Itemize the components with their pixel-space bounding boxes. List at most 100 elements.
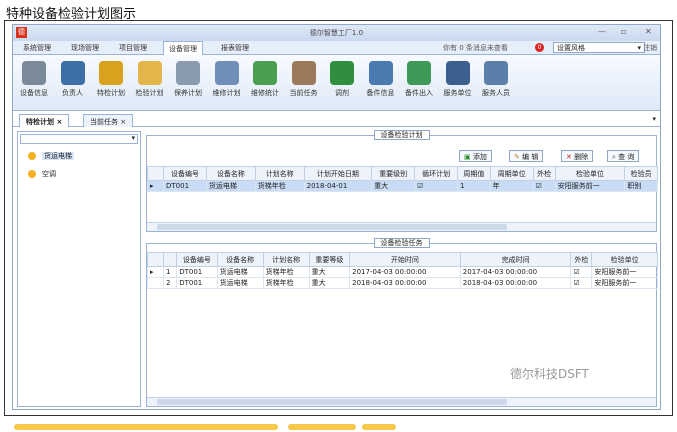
table-cell[interactable]: 2018-04-01 bbox=[303, 180, 373, 192]
scroll-thumb[interactable] bbox=[157, 224, 507, 230]
table-cell[interactable]: DT001 bbox=[176, 277, 218, 289]
column-header[interactable]: 周期值 bbox=[457, 166, 491, 181]
table-cell[interactable]: 安阳服务前一 bbox=[554, 180, 626, 192]
add-button[interactable]: ▣ 添加 bbox=[459, 150, 492, 162]
ribbon-button-11[interactable]: 服务单位 bbox=[441, 59, 475, 98]
ribbon-button-9[interactable]: 备件信息 bbox=[364, 59, 398, 98]
column-header[interactable]: 检验员 bbox=[624, 166, 658, 181]
table-cell[interactable]: ☑ bbox=[532, 180, 556, 192]
decor-bar bbox=[14, 424, 278, 430]
ribbon-button-0[interactable]: 设备信息 bbox=[17, 59, 51, 98]
ribbon-button-10[interactable]: 备件出入 bbox=[402, 59, 436, 98]
column-header[interactable]: 检验单位 bbox=[554, 166, 626, 181]
notice-badge[interactable]: 0 bbox=[535, 43, 544, 52]
tree-item-freight-elevator[interactable]: 货运电梯 bbox=[28, 151, 74, 161]
tab-close-icon[interactable]: × bbox=[56, 118, 62, 126]
ribbon-button-label: 调剂 bbox=[335, 89, 349, 97]
table-cell[interactable]: 货运电梯 bbox=[205, 180, 256, 192]
table-cell[interactable]: DT001 bbox=[163, 180, 207, 192]
menu-report[interactable]: 报表管理 bbox=[221, 43, 249, 53]
table-cell[interactable]: 1 bbox=[457, 180, 491, 192]
ribbon-button-2[interactable]: 特检计划 bbox=[94, 59, 128, 98]
tab-current-task[interactable]: 当前任务 × bbox=[83, 114, 134, 127]
column-header[interactable]: 计划名称 bbox=[262, 252, 310, 267]
table-cell[interactable]: 年 bbox=[489, 180, 534, 192]
table-cell[interactable]: 2017-04-03 00:00:00 bbox=[459, 266, 572, 278]
column-header[interactable]: 计划开始日期 bbox=[303, 166, 373, 181]
table-cell[interactable]: 1 bbox=[162, 266, 178, 278]
table-cell[interactable]: 安阳服务前一 bbox=[591, 277, 658, 289]
ribbon-button-3[interactable]: 检验计划 bbox=[133, 59, 167, 98]
ribbon-button-label: 备件信息 bbox=[366, 89, 395, 97]
plan-group-title: 设备检验计划 bbox=[373, 130, 430, 140]
ribbon-button-label: 维修计划 bbox=[212, 89, 241, 97]
menu-site[interactable]: 现场管理 bbox=[71, 43, 99, 53]
table-cell[interactable]: 2018-04-03 00:00:00 bbox=[459, 277, 572, 289]
table-cell[interactable]: 重大 bbox=[308, 277, 351, 289]
column-header[interactable]: 设备编号 bbox=[176, 252, 218, 267]
table-cell[interactable]: 职别 bbox=[624, 180, 658, 192]
ribbon-button-label: 备件出入 bbox=[405, 89, 433, 97]
table-row[interactable]: ▸ DT001 货运电梯 货梯年检 2018-04-01 重大 ☑ 1 年 ☑ 安阳服务前一 职别 bbox=[147, 180, 658, 192]
table-cell[interactable]: 2018-04-03 00:00:00 bbox=[349, 277, 461, 289]
table-cell[interactable]: 货运电梯 bbox=[216, 277, 264, 289]
menu-project[interactable]: 项目管理 bbox=[119, 43, 147, 53]
table-cell[interactable]: 货梯年检 bbox=[262, 277, 310, 289]
search-button[interactable]: ⌕ 查 询 bbox=[607, 150, 640, 162]
column-header[interactable]: 检验单位 bbox=[591, 252, 658, 267]
task-scrollbar[interactable] bbox=[147, 397, 656, 406]
column-header[interactable]: 完成时间 bbox=[459, 252, 572, 267]
logout-link[interactable]: 注销 bbox=[643, 43, 657, 53]
table-cell[interactable]: ☑ bbox=[414, 180, 459, 192]
task-table: 设备编号 设备名称 计划名称 重要等级 开始时间 完成时间 外检 检验单位 ▸ 1 DT001 货运电… bbox=[147, 252, 658, 289]
maximize-button[interactable]: ▫ bbox=[621, 27, 626, 36]
ribbon-button-12[interactable]: 服务人员 bbox=[479, 59, 513, 98]
tab-close-icon[interactable]: × bbox=[120, 118, 126, 126]
table-cell[interactable]: 重大 bbox=[308, 266, 351, 278]
column-header[interactable]: 设备名称 bbox=[216, 252, 264, 267]
column-header[interactable]: 开始时间 bbox=[349, 252, 461, 267]
column-header[interactable]: 重要级别 bbox=[371, 166, 416, 181]
table-cell[interactable]: 2017-04-03 00:00:00 bbox=[349, 266, 461, 278]
table-cell[interactable]: 安阳服务前一 bbox=[591, 266, 658, 278]
scroll-thumb[interactable] bbox=[157, 399, 507, 405]
table-cell[interactable]: 2 bbox=[162, 277, 178, 289]
tree-filter-select[interactable]: ▾ bbox=[20, 134, 138, 144]
ribbon-button-7[interactable]: 当前任务 bbox=[287, 59, 321, 98]
plan-scrollbar[interactable] bbox=[147, 222, 656, 231]
plan-group: 设备检验计划 ▣ 添加 ✎ 编 辑 ✕ 删除 ⌕ 查 询 设备编号 设备名称 计划名… bbox=[146, 130, 658, 232]
clock-icon bbox=[176, 61, 200, 85]
ribbon-button-8[interactable]: 调剂 bbox=[325, 59, 359, 98]
table-cell[interactable]: 货运电梯 bbox=[216, 266, 264, 278]
skin-select[interactable]: 设置风格 ▾ bbox=[553, 42, 645, 53]
tree-item-air-conditioner[interactable]: 空调 bbox=[28, 169, 56, 179]
column-header[interactable]: 周期单位 bbox=[489, 166, 534, 181]
table-cell[interactable]: 货梯年检 bbox=[262, 266, 310, 278]
column-header[interactable]: 设备名称 bbox=[205, 166, 256, 181]
tab-special-inspection[interactable]: 特检计划 × bbox=[19, 114, 70, 127]
ribbon-button-6[interactable]: 维修统计 bbox=[248, 59, 282, 98]
column-header[interactable]: 计划名称 bbox=[254, 166, 305, 181]
table-row[interactable]: ▸ 1 DT001 货运电梯 货梯年检 重大 2017-04-03 00:00:00 2017… bbox=[147, 266, 658, 278]
table-cell[interactable]: 货梯年检 bbox=[254, 180, 305, 192]
column-header[interactable]: 外检 bbox=[532, 166, 556, 181]
close-button[interactable]: ✕ bbox=[645, 27, 652, 36]
table-cell[interactable]: 重大 bbox=[371, 180, 416, 192]
table-cell[interactable]: ☑ bbox=[570, 266, 593, 278]
minimize-button[interactable]: — bbox=[598, 27, 606, 36]
ribbon-button-5[interactable]: 维修计划 bbox=[210, 59, 244, 98]
table-row[interactable]: 2 DT001 货运电梯 货梯年检 重大 2018-04-03 00:00:00 2018-… bbox=[147, 277, 658, 289]
menu-system[interactable]: 系统管理 bbox=[23, 43, 51, 53]
column-header[interactable]: 设备编号 bbox=[163, 166, 207, 181]
menu-equipment[interactable]: 设备管理 bbox=[163, 41, 203, 55]
column-header[interactable]: 循环计划 bbox=[414, 166, 459, 181]
table-cell[interactable]: DT001 bbox=[176, 266, 218, 278]
ribbon-button-4[interactable]: 保养计划 bbox=[171, 59, 205, 98]
tab-list-icon[interactable]: ▾ bbox=[652, 115, 656, 123]
column-header[interactable]: 外检 bbox=[570, 252, 593, 267]
table-cell[interactable]: ☑ bbox=[570, 277, 593, 289]
ribbon-button-1[interactable]: 负责人 bbox=[56, 59, 90, 98]
column-header[interactable]: 重要等级 bbox=[308, 252, 351, 267]
edit-button[interactable]: ✎ 编 辑 bbox=[509, 150, 544, 162]
delete-button[interactable]: ✕ 删除 bbox=[561, 150, 594, 162]
